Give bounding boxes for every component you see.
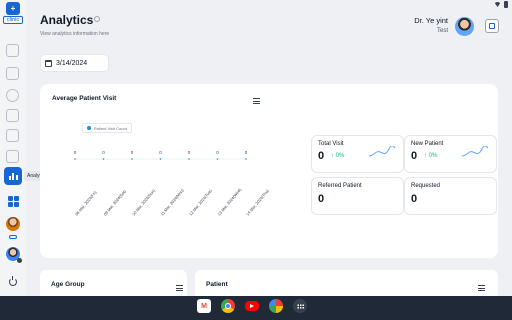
sidebar-item-people-icon[interactable]	[6, 44, 19, 57]
youtube-icon[interactable]	[245, 301, 259, 311]
doctor-avatar[interactable]	[455, 17, 474, 36]
page-subtitle: View analytics information here	[40, 31, 110, 37]
calendar-icon	[45, 59, 52, 67]
date-value: 3/14/2024	[56, 59, 88, 67]
sidebar-item-file-icon[interactable]	[6, 129, 19, 142]
stat-label: Total Visit	[318, 141, 344, 147]
chart-legend[interactable]: Patient Visit Count	[82, 123, 132, 133]
logo-text: clinic	[3, 16, 23, 24]
date-picker[interactable]: 3/14/2024	[40, 54, 109, 72]
average-visit-card: Average Patient Visit 0 08 Mar, 2024(Fri)…	[40, 84, 498, 258]
x-tick-label: 09 Mar, 2024(Sat)	[102, 188, 127, 216]
sidebar-item-briefcase-icon[interactable]	[6, 67, 19, 80]
card-title: Age Group	[51, 281, 85, 288]
x-tick-label: 13 Mar, 2024(Wed)	[216, 187, 242, 217]
header-action-button[interactable]	[485, 19, 499, 33]
x-tick-label: 11 Mar, 2024(Mon)	[159, 187, 185, 216]
data-label: 0	[245, 150, 248, 155]
trend-sparkline-icon	[461, 146, 489, 157]
data-label: 0	[188, 150, 191, 155]
stat-referred-patient[interactable]: Referred Patient 0	[311, 177, 404, 215]
external-icon	[489, 23, 495, 29]
app-dock: M	[197, 299, 307, 313]
doctor-role: Test	[436, 28, 448, 34]
status-bar	[0, 0, 512, 10]
x-tick-label: 14 Mar, 2024(Thu)	[245, 188, 270, 217]
app-drawer-icon[interactable]	[293, 299, 307, 313]
stat-change: ↑ 0%	[331, 153, 345, 159]
info-icon[interactable]	[94, 16, 100, 22]
stat-label: New Patient	[411, 141, 444, 147]
photos-icon[interactable]	[269, 299, 283, 313]
legend-label: Patient Visit Count	[94, 125, 127, 131]
data-label: 0	[216, 150, 219, 155]
x-tick-label: 12 Mar, 2024(Tue)	[188, 188, 213, 217]
stat-value: 0	[318, 150, 325, 162]
card-menu-icon[interactable]	[176, 285, 183, 291]
stat-value: 0	[411, 150, 418, 162]
data-label: 0	[131, 150, 134, 155]
patient-visit-chart: 0 08 Mar, 2024(Fri) 0 09 Mar, 2024(Sat) 0 10 …	[74, 150, 271, 217]
gear-icon[interactable]	[17, 258, 22, 263]
data-label: 0	[102, 150, 105, 155]
sidebar-avatar[interactable]	[6, 217, 20, 231]
power-icon[interactable]	[9, 276, 17, 286]
card-menu-icon[interactable]	[478, 285, 485, 291]
patient-card: Patient	[195, 270, 498, 296]
sidebar-item-stethoscope-icon[interactable]	[6, 89, 19, 102]
data-label: 0	[74, 150, 77, 155]
sidebar-item-clipboard-icon[interactable]	[6, 150, 19, 163]
card-title: Patient	[206, 281, 228, 288]
stat-requested[interactable]: Requested 0	[404, 177, 497, 215]
analytics-icon	[8, 172, 18, 180]
doctor-name: Dr. Ye yint	[414, 16, 448, 25]
gmail-icon[interactable]: M	[197, 299, 211, 313]
sidebar-item-grid-icon[interactable]	[8, 196, 19, 207]
app-root: + clinic Analytics Analytics View analyt…	[0, 0, 512, 320]
sidebar-item-document-icon[interactable]	[6, 109, 19, 122]
sidebar-item-analytics[interactable]	[4, 167, 22, 185]
stat-change: ↑ 0%	[424, 153, 438, 159]
data-label: 0	[159, 150, 162, 155]
sidebar: + clinic	[0, 0, 26, 296]
x-tick-label: 08 Mar, 2024(Fri)	[74, 189, 98, 216]
stat-label: Referred Patient	[318, 183, 362, 189]
status-icons	[494, 1, 508, 8]
age-group-card: Age Group	[40, 270, 187, 296]
battery-icon	[504, 1, 508, 8]
clinic-logo[interactable]: + clinic	[3, 2, 23, 24]
link-icon[interactable]	[9, 235, 17, 239]
stat-value: 0	[411, 193, 418, 205]
page-title: Analytics	[40, 13, 94, 27]
chrome-icon[interactable]	[221, 299, 235, 313]
x-tick-label: 10 Mar, 2024(Sun)	[131, 188, 157, 217]
logo-mark-icon: +	[6, 2, 20, 15]
stat-total-visit[interactable]: Total Visit 0 ↑ 0%	[311, 135, 404, 173]
stat-value: 0	[318, 193, 325, 205]
stat-new-patient[interactable]: New Patient 0 ↑ 0%	[404, 135, 497, 173]
wifi-icon	[494, 2, 501, 7]
trend-sparkline-icon	[368, 146, 396, 157]
legend-marker	[87, 126, 91, 130]
stat-label: Requested	[411, 183, 441, 189]
